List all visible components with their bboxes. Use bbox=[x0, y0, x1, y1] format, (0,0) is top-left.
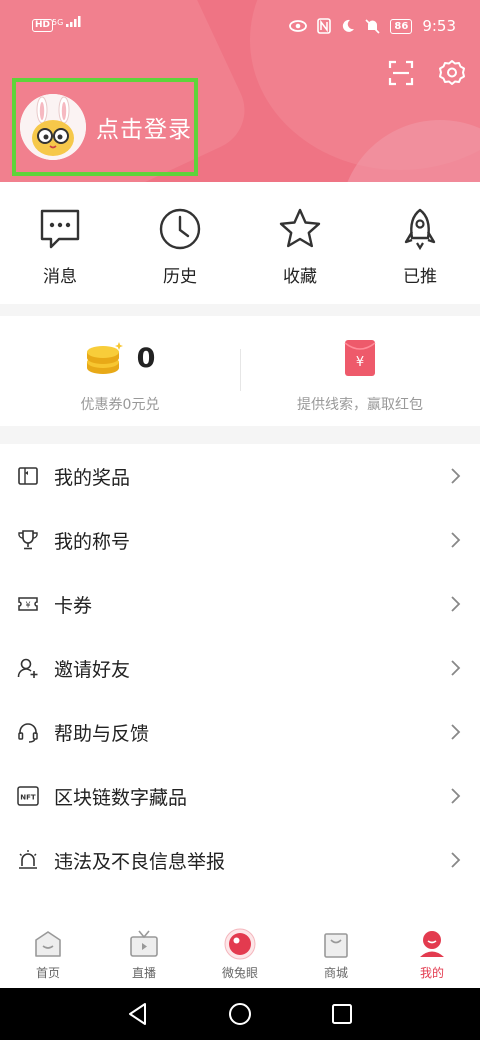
trophy-icon bbox=[18, 530, 38, 550]
chevron-right-icon bbox=[451, 596, 461, 612]
quick-nav-label: 已推 bbox=[403, 267, 437, 287]
chevron-right-icon bbox=[451, 532, 461, 548]
menu-item-help[interactable]: 帮助与反馈 bbox=[0, 700, 480, 764]
quick-nav-label: 收藏 bbox=[283, 267, 317, 287]
tab-home[interactable]: 首页 bbox=[0, 922, 96, 988]
rocket-icon bbox=[404, 208, 436, 251]
menu-item-titles[interactable]: 我的称号 bbox=[0, 508, 480, 572]
menu-item-prizes[interactable]: 我的奖品 bbox=[0, 444, 480, 508]
quick-nav-favorites[interactable]: 收藏 bbox=[240, 182, 360, 304]
rewards-card: 0 优惠券0元兑 ¥ 提供线索，赢取红包 bbox=[0, 316, 480, 426]
quick-nav-history[interactable]: 历史 bbox=[120, 182, 240, 304]
chevron-right-icon bbox=[451, 852, 461, 868]
chevron-right-icon bbox=[451, 724, 461, 740]
scan-icon[interactable] bbox=[388, 60, 414, 86]
menu-item-nft[interactable]: NFT 区块链数字藏品 bbox=[0, 764, 480, 828]
clock-time: 9:53 bbox=[422, 17, 456, 35]
coupon-count: 0 bbox=[136, 342, 156, 374]
tab-mine[interactable]: 我的 bbox=[384, 922, 480, 988]
system-nav-bar bbox=[0, 988, 480, 1040]
eye-icon bbox=[224, 928, 256, 960]
signal-icon: 5G bbox=[52, 16, 82, 27]
profile-icon bbox=[420, 931, 444, 957]
quick-nav: 消息 历史 收藏 已推 bbox=[0, 182, 480, 304]
coupon-label: 优惠券0元兑 bbox=[80, 397, 160, 413]
redpacket-section[interactable]: ¥ 提供线索，赢取红包 bbox=[240, 316, 480, 426]
quick-nav-messages[interactable]: 消息 bbox=[0, 182, 120, 304]
tab-label: 直播 bbox=[131, 966, 156, 980]
back-icon[interactable] bbox=[124, 1000, 152, 1028]
login-label[interactable]: 点击登录 bbox=[96, 110, 192, 144]
quick-nav-pushed[interactable]: 已推 bbox=[360, 182, 480, 304]
tab-mall[interactable]: 商城 bbox=[288, 922, 384, 988]
message-icon bbox=[40, 209, 80, 249]
nft-icon: NFT bbox=[17, 786, 39, 806]
tab-live[interactable]: 直播 bbox=[96, 922, 192, 988]
star-icon bbox=[279, 208, 321, 248]
battery-indicator: 86 bbox=[390, 18, 413, 34]
coupon-section[interactable]: 0 优惠券0元兑 bbox=[0, 316, 240, 426]
nft-badge: NFT bbox=[20, 794, 36, 802]
gift-icon bbox=[18, 467, 38, 485]
menu-item-label: 卡券 bbox=[54, 594, 93, 617]
menu-item-label: 区块链数字藏品 bbox=[54, 786, 188, 809]
eye-status-icon bbox=[289, 20, 308, 32]
quick-nav-label: 消息 bbox=[43, 267, 77, 287]
mute-bell-icon bbox=[365, 18, 380, 34]
tab-eye[interactable]: 微兔眼 bbox=[192, 922, 288, 988]
home-icon bbox=[35, 931, 61, 957]
svg-text:¥: ¥ bbox=[25, 601, 30, 610]
tab-label: 我的 bbox=[419, 966, 444, 980]
status-bar: HD 5G 86 9:53 bbox=[0, 0, 480, 52]
alarm-icon bbox=[19, 850, 37, 869]
red-packet-symbol: ¥ bbox=[356, 355, 364, 370]
profile-header: HD 5G 86 9:53 点击登录 bbox=[0, 0, 480, 182]
bottom-tab-bar: 首页 直播 微兔眼 商城 我的 bbox=[0, 922, 480, 988]
menu-item-report[interactable]: 违法及不良信息举报 bbox=[0, 828, 480, 892]
red-packet-icon: ¥ bbox=[344, 340, 376, 376]
login-entry[interactable]: 点击登录 bbox=[12, 78, 198, 176]
ticket-icon: ¥ bbox=[18, 597, 38, 611]
clock-icon bbox=[159, 208, 201, 250]
signal-label: 5G bbox=[52, 18, 64, 27]
chevron-right-icon bbox=[451, 660, 461, 676]
menu-item-label: 违法及不良信息举报 bbox=[54, 850, 226, 873]
coin-stack-icon bbox=[86, 342, 123, 374]
home-nav-icon[interactable] bbox=[226, 1000, 254, 1028]
chevron-right-icon bbox=[451, 468, 461, 484]
headset-icon bbox=[18, 723, 38, 743]
menu-item-label: 邀请好友 bbox=[54, 658, 131, 681]
menu-item-cards[interactable]: ¥ 卡券 bbox=[0, 572, 480, 636]
avatar[interactable] bbox=[20, 94, 86, 160]
moon-icon bbox=[343, 19, 355, 32]
nfc-icon bbox=[317, 18, 332, 34]
shopping-bag-icon bbox=[324, 933, 348, 958]
menu-item-invite[interactable]: 邀请好友 bbox=[0, 636, 480, 700]
menu-item-label: 我的奖品 bbox=[54, 466, 131, 489]
menu-item-label: 我的称号 bbox=[54, 530, 131, 553]
recents-icon[interactable] bbox=[328, 1000, 356, 1028]
tab-label: 微兔眼 bbox=[221, 966, 258, 980]
quick-nav-label: 历史 bbox=[163, 267, 197, 287]
chevron-right-icon bbox=[451, 788, 461, 804]
menu-item-label: 帮助与反馈 bbox=[54, 722, 150, 745]
menu-list: 我的奖品 我的称号 ¥ 卡券 邀请好友 帮助与反馈 NFT 区块链数字藏品 违法… bbox=[0, 444, 480, 922]
tab-label: 首页 bbox=[35, 966, 60, 980]
tv-icon bbox=[130, 930, 158, 957]
redpacket-label: 提供线索，赢取红包 bbox=[297, 397, 423, 413]
hd-badge: HD bbox=[32, 19, 54, 32]
tab-label: 商城 bbox=[323, 966, 348, 980]
gear-icon[interactable] bbox=[437, 58, 467, 88]
add-user-icon bbox=[17, 658, 38, 678]
